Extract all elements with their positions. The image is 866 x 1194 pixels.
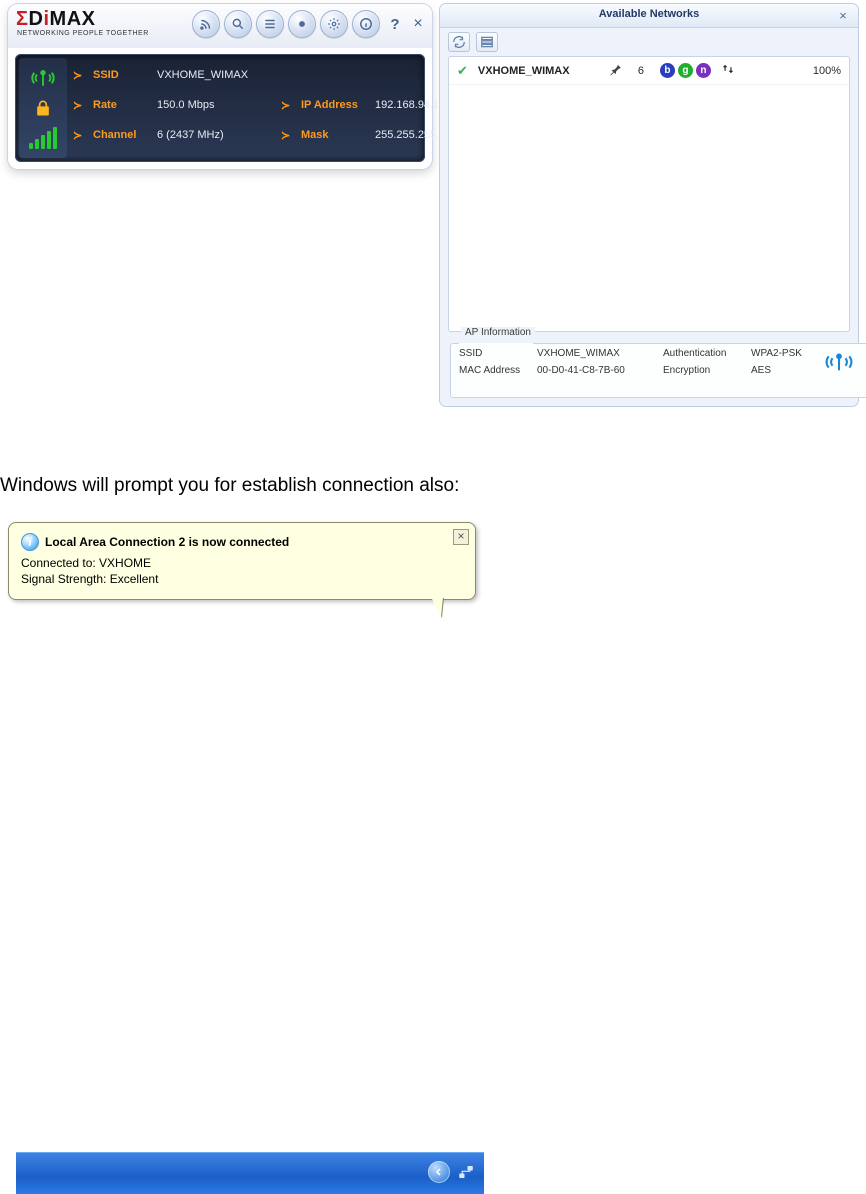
ssid-label: SSID xyxy=(93,69,153,81)
balloon-close-button[interactable]: × xyxy=(453,529,469,545)
edimax-logo-sigma: Σ xyxy=(16,8,29,30)
available-networks-toolbar xyxy=(448,32,498,52)
edimax-titlebar: ΣDiMAX NETWORKING PEOPLE TOGETHER ? xyxy=(8,4,432,48)
ap-information-group: AP Information SSID VXHOME_WIMAX Authent… xyxy=(450,338,866,398)
taskbar xyxy=(16,1152,484,1194)
edimax-status-area: ≻ SSID VXHOME_WIMAX ≻ Rate 150.0 Mbps ≻ … xyxy=(15,54,425,162)
search-icon[interactable] xyxy=(224,10,252,38)
edimax-toolbar: ? × xyxy=(192,10,426,38)
rate-label: Rate xyxy=(93,99,153,111)
record-icon[interactable] xyxy=(288,10,316,38)
help-button[interactable]: ? xyxy=(386,16,404,33)
available-networks-titlebar: Available Networks × xyxy=(440,4,858,28)
ap-ssid-value: VXHOME_WIMAX xyxy=(537,348,657,359)
rate-value: 150.0 Mbps xyxy=(157,99,277,111)
tray-network-icon[interactable] xyxy=(456,1162,476,1182)
ap-mac-value: 00-D0-41-C8-7B-60 xyxy=(537,365,657,376)
ssid-value: VXHOME_WIMAX xyxy=(157,69,277,81)
ap-information-legend: AP Information xyxy=(461,327,535,338)
arrow-icon: ≻ xyxy=(73,129,89,142)
caption-text: Windows will prompt you for establish co… xyxy=(0,475,459,497)
ap-auth-value: WPA2-PSK xyxy=(751,348,811,359)
ap-mac-label: MAC Address xyxy=(459,365,531,376)
edimax-logo-text: DiMAX xyxy=(29,8,96,30)
available-networks-panel: Available Networks × ✔ VXHOME_WIMAX 6 b … xyxy=(440,4,858,406)
edimax-wireless-utility: ΣDiMAX NETWORKING PEOPLE TOGETHER ? xyxy=(8,4,432,169)
rss-icon[interactable] xyxy=(192,10,220,38)
wifi-antenna-icon xyxy=(29,67,57,92)
mode-badges: b g n xyxy=(660,63,711,78)
balloon-wrap: × i Local Area Connection 2 is now conne… xyxy=(8,522,476,600)
channel-label: Channel xyxy=(93,129,153,141)
balloon-line1: Connected to: VXHOME xyxy=(21,555,463,571)
balloon-tail xyxy=(431,597,443,617)
arrow-icon: ≻ xyxy=(73,99,89,112)
mode-b-icon: b xyxy=(660,63,675,78)
balloon-line2: Signal Strength: Excellent xyxy=(21,571,463,587)
close-button[interactable]: × xyxy=(836,8,850,23)
activity-icon xyxy=(721,62,735,79)
network-channel: 6 xyxy=(632,65,650,77)
ap-ssid-label: SSID xyxy=(459,348,531,359)
gear-icon[interactable] xyxy=(320,10,348,38)
edimax-info-grid: ≻ SSID VXHOME_WIMAX ≻ Rate 150.0 Mbps ≻ … xyxy=(73,60,417,156)
arrow-icon: ≻ xyxy=(73,69,89,82)
signal-bars-icon xyxy=(29,127,57,149)
close-button[interactable]: × xyxy=(410,15,426,33)
pin-icon xyxy=(608,62,622,79)
arrow-icon: ≻ xyxy=(281,129,297,142)
ap-auth-label: Authentication xyxy=(663,348,745,359)
view-list-icon[interactable] xyxy=(476,32,498,52)
edimax-tagline: NETWORKING PEOPLE TOGETHER xyxy=(17,30,149,37)
ap-enc-value: AES xyxy=(751,365,811,376)
refresh-icon[interactable] xyxy=(448,32,470,52)
mode-g-icon: g xyxy=(678,63,693,78)
info-icon: i xyxy=(21,533,39,551)
network-name: VXHOME_WIMAX xyxy=(478,65,598,77)
balloon-tooltip: × i Local Area Connection 2 is now conne… xyxy=(8,522,476,600)
arrow-icon: ≻ xyxy=(281,99,297,112)
mode-n-icon: n xyxy=(696,63,711,78)
edimax-logo: ΣDiMAX xyxy=(16,8,95,31)
edimax-signal-column xyxy=(19,58,67,158)
network-row[interactable]: ✔ VXHOME_WIMAX 6 b g n 100% xyxy=(449,57,849,85)
ap-enc-label: Encryption xyxy=(663,365,745,376)
balloon-title: Local Area Connection 2 is now connected xyxy=(45,535,289,549)
wireless-icon xyxy=(817,349,861,375)
connected-check-icon: ✔ xyxy=(457,63,468,79)
info-icon[interactable] xyxy=(352,10,380,38)
mask-label: Mask xyxy=(301,129,371,141)
available-networks-list[interactable]: ✔ VXHOME_WIMAX 6 b g n 100% xyxy=(448,56,850,332)
tray-chevron-icon[interactable] xyxy=(428,1161,450,1183)
ip-label: IP Address xyxy=(301,99,371,111)
tray-area xyxy=(428,1161,476,1183)
available-networks-title: Available Networks xyxy=(440,8,858,20)
balloon-body: Connected to: VXHOME Signal Strength: Ex… xyxy=(21,555,463,587)
network-signal: 100% xyxy=(797,65,841,77)
padlock-icon xyxy=(33,98,53,121)
list-icon[interactable] xyxy=(256,10,284,38)
channel-value: 6 (2437 MHz) xyxy=(157,129,277,141)
